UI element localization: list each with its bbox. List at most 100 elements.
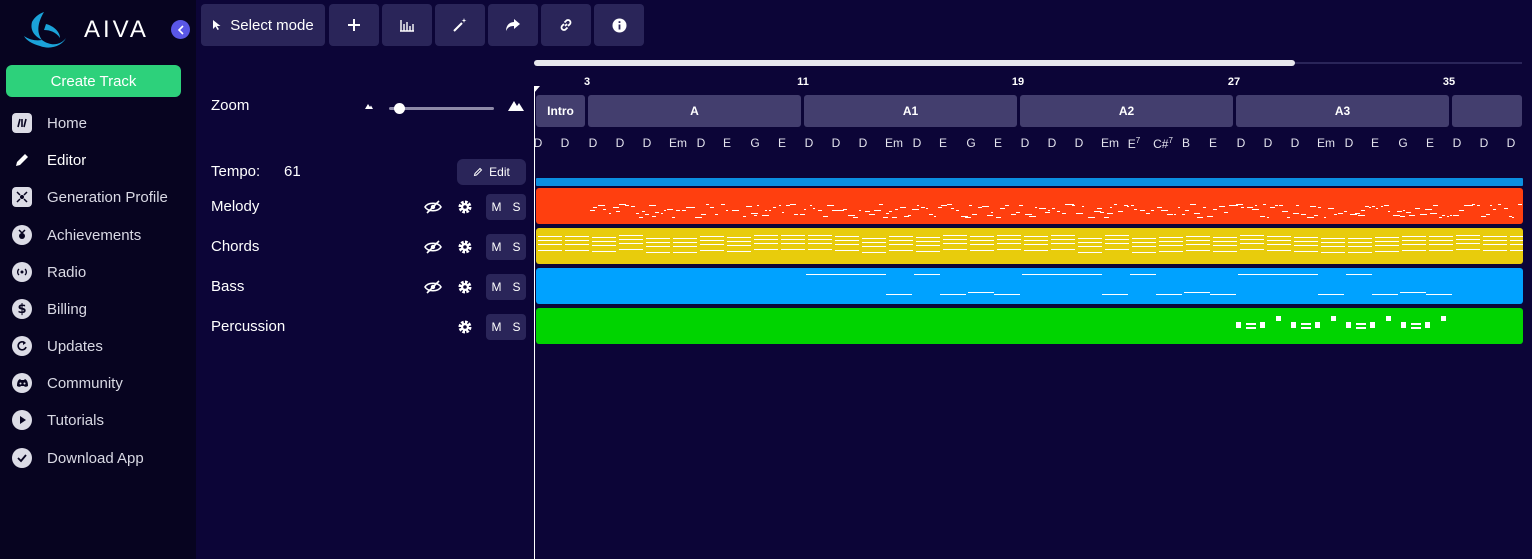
percussion-notes	[1236, 316, 1446, 329]
sidebar-item-generation-profile[interactable]: Generation Profile	[0, 181, 196, 213]
chord-label[interactable]: Em	[1101, 136, 1119, 150]
sidebar-item-community[interactable]: Community	[0, 367, 196, 399]
chord-label[interactable]: D	[1048, 136, 1057, 150]
chord-label[interactable]: D	[805, 136, 814, 150]
chord-label[interactable]: D	[561, 136, 570, 150]
settings-bass[interactable]	[456, 278, 474, 296]
visibility-toggle-chords[interactable]	[423, 238, 443, 256]
sidebar-item-radio[interactable]: Radio	[0, 256, 196, 288]
sidebar-item-tutorials[interactable]: Tutorials	[0, 404, 196, 436]
chord-label[interactable]: B	[1182, 136, 1190, 150]
chord-label[interactable]: Em	[669, 136, 687, 150]
section-a2[interactable]: A2	[1020, 95, 1233, 127]
sidebar-item-updates[interactable]: Updates	[0, 330, 196, 362]
chord-label[interactable]: D	[913, 136, 922, 150]
chord-label[interactable]: D	[1237, 136, 1246, 150]
chord-label[interactable]: E	[723, 136, 731, 150]
settings-melody[interactable]	[456, 198, 474, 216]
visibility-toggle-bass[interactable]	[423, 278, 443, 296]
settings-chords[interactable]	[456, 238, 474, 256]
chord-label[interactable]: G	[750, 136, 759, 150]
section-intro[interactable]: Intro	[536, 95, 585, 127]
chord-label[interactable]: Em	[1317, 136, 1335, 150]
magic-wand-button[interactable]	[435, 4, 485, 46]
note	[1493, 209, 1496, 210]
note	[673, 238, 697, 239]
note	[813, 208, 815, 209]
mute-button[interactable]: M	[491, 320, 501, 334]
sidebar-item-download-app[interactable]: Download App	[0, 442, 196, 474]
chord-label[interactable]: D	[1453, 136, 1462, 150]
mute-button[interactable]: M	[491, 240, 501, 254]
zoom-out-icon[interactable]	[364, 102, 374, 110]
edit-tempo-button[interactable]: Edit	[457, 159, 526, 185]
link-button[interactable]	[541, 4, 591, 46]
sidebar-item-achievements[interactable]: Achievements	[0, 219, 196, 251]
sidebar-item-billing[interactable]: $ Billing	[0, 293, 196, 325]
solo-button[interactable]: S	[512, 280, 520, 294]
chord-label[interactable]: D	[1264, 136, 1273, 150]
collapse-sidebar-button[interactable]	[171, 20, 190, 39]
chord-label[interactable]: D	[1480, 136, 1489, 150]
section-a1[interactable]: A1	[804, 95, 1017, 127]
section-a3[interactable]: A3	[1236, 95, 1449, 127]
chord-label[interactable]: E	[994, 136, 1002, 150]
chord-label[interactable]: D	[832, 136, 841, 150]
chord-label[interactable]: Em	[885, 136, 903, 150]
note	[835, 240, 859, 241]
info-button[interactable]	[594, 4, 644, 46]
playhead-marker[interactable]	[534, 86, 540, 93]
section-a[interactable]: A	[588, 95, 801, 127]
note	[968, 292, 994, 293]
solo-button[interactable]: S	[512, 240, 520, 254]
note	[912, 209, 919, 210]
playhead[interactable]	[534, 86, 535, 559]
chord-label[interactable]: E	[778, 136, 786, 150]
lane-bass[interactable]	[536, 268, 1523, 304]
chord-label[interactable]: D	[697, 136, 706, 150]
chord-label[interactable]: D	[616, 136, 625, 150]
chord-label[interactable]: G	[966, 136, 975, 150]
mute-button[interactable]: M	[491, 200, 501, 214]
sidebar-item-editor[interactable]: Editor	[0, 144, 196, 176]
chord-label[interactable]: D	[1075, 136, 1084, 150]
note	[921, 207, 925, 208]
chord-label[interactable]: D	[589, 136, 598, 150]
visibility-toggle-melody[interactable]	[423, 198, 443, 216]
chord-label[interactable]: C#7	[1153, 136, 1173, 151]
chord-label[interactable]: D	[643, 136, 652, 150]
chord-label[interactable]: D	[1507, 136, 1516, 150]
add-button[interactable]	[329, 4, 379, 46]
lane-chords[interactable]	[536, 228, 1523, 264]
chord-label[interactable]: E	[1209, 136, 1217, 150]
mute-button[interactable]: M	[491, 280, 501, 294]
note	[1346, 322, 1351, 328]
chord-label[interactable]: D	[534, 136, 542, 150]
settings-percussion[interactable]	[456, 318, 474, 336]
chord-label[interactable]: E	[1426, 136, 1434, 150]
chord-label[interactable]: G	[1398, 136, 1407, 150]
chord-label[interactable]: E7	[1128, 136, 1140, 151]
chord-label[interactable]: D	[1021, 136, 1030, 150]
section-next[interactable]	[1452, 95, 1522, 127]
share-button[interactable]	[488, 4, 538, 46]
sidebar-item-label: Billing	[47, 300, 88, 318]
create-track-button[interactable]: Create Track	[6, 65, 181, 97]
chord-label[interactable]: D	[1345, 136, 1354, 150]
chord-label[interactable]: E	[939, 136, 947, 150]
chord-label[interactable]: D	[1291, 136, 1300, 150]
solo-button[interactable]: S	[512, 200, 520, 214]
timeline-scrollbar-thumb[interactable]	[534, 60, 1295, 66]
solo-button[interactable]: S	[512, 320, 520, 334]
lane-percussion[interactable]	[536, 308, 1523, 344]
equalizer-button[interactable]	[382, 4, 432, 46]
select-mode-button[interactable]: Select mode	[201, 4, 325, 46]
sidebar-item-home[interactable]: Home	[0, 107, 196, 139]
tempo-curve-bar[interactable]	[536, 178, 1523, 186]
zoom-in-icon[interactable]	[507, 98, 525, 112]
chord-label[interactable]: E	[1371, 136, 1379, 150]
zoom-slider-thumb[interactable]	[394, 103, 405, 114]
lane-melody[interactable]	[536, 188, 1523, 224]
note	[1024, 240, 1048, 241]
chord-label[interactable]: D	[859, 136, 868, 150]
